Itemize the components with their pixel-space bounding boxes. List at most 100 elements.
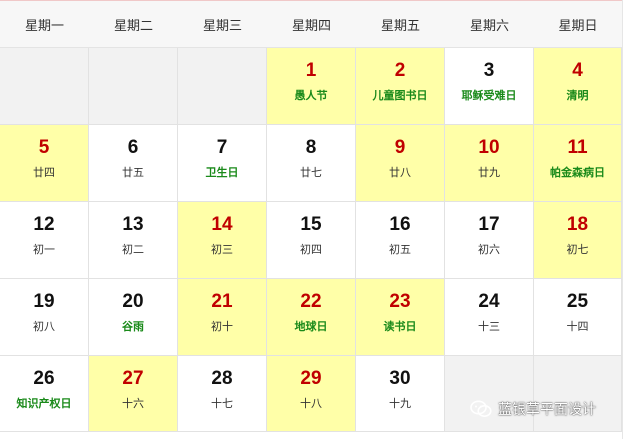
day-cell-13[interactable]: 13 初二 — [89, 202, 178, 279]
day-cell-17[interactable]: 17 初六 — [445, 202, 534, 279]
day-cell-24[interactable]: 24 十三 — [445, 279, 534, 356]
festival-label: 读书日 — [383, 320, 417, 333]
weekday-sat: 星期六 — [469, 18, 509, 34]
festival-label: 耶稣受难日 — [461, 89, 517, 102]
day-cell-11[interactable]: 11 帕金森病日 — [534, 125, 622, 202]
day-number: 25 — [566, 291, 589, 312]
day-number: 22 — [300, 291, 322, 312]
festival-label: 卫生日 — [205, 166, 239, 179]
lunar-date: 初四 — [300, 243, 322, 256]
day-cell-27[interactable]: 27 十六 — [89, 356, 178, 432]
day-cell-18[interactable]: 18 初七 — [534, 202, 622, 279]
right-border — [622, 0, 628, 439]
festival-label: 清明 — [566, 89, 589, 102]
day-cell-10[interactable]: 10 廿九 — [445, 125, 534, 202]
lunar-date: 廿四 — [33, 166, 55, 179]
day-number: 9 — [394, 137, 406, 158]
empty-day-cell — [0, 48, 89, 125]
empty-day-cell — [534, 356, 622, 432]
weekday-sun: 星期日 — [558, 18, 598, 34]
day-number: 20 — [122, 291, 144, 312]
day-cell-14[interactable]: 14 初三 — [178, 202, 267, 279]
day-cell-20[interactable]: 20 谷雨 — [89, 279, 178, 356]
day-number: 30 — [389, 368, 411, 389]
day-cell-4[interactable]: 4 清明 — [534, 48, 622, 125]
day-cell-30[interactable]: 30 十九 — [356, 356, 445, 432]
calendar: 星期一 星期二 星期三 星期四 星期五 星期六 星期日 1 愚人节 2 儿童图书日 3 耶… — [0, 0, 628, 439]
festival-label: 谷雨 — [122, 320, 144, 333]
day-number: 13 — [122, 214, 144, 235]
day-cell-12[interactable]: 12 初一 — [0, 202, 89, 279]
lunar-date: 廿七 — [300, 166, 322, 179]
wechat-icon — [470, 400, 492, 418]
day-cell-22[interactable]: 22 地球日 — [267, 279, 356, 356]
day-cell-9[interactable]: 9 廿八 — [356, 125, 445, 202]
weekday-thu: 星期四 — [291, 18, 331, 34]
empty-day-cell — [89, 48, 178, 125]
day-cell-6[interactable]: 6 廿五 — [89, 125, 178, 202]
day-number: 15 — [300, 214, 322, 235]
day-cell-2[interactable]: 2 儿童图书日 — [356, 48, 445, 125]
day-number: 29 — [300, 368, 322, 389]
day-number: 1 — [305, 60, 317, 81]
day-cell-5[interactable]: 5 廿四 — [0, 125, 89, 202]
festival-label: 知识产权日 — [16, 397, 72, 410]
day-number: 21 — [211, 291, 233, 312]
day-cell-7[interactable]: 7 卫生日 — [178, 125, 267, 202]
lunar-date: 初八 — [33, 320, 55, 333]
watermark-text: 蓝银草平面设计 — [498, 402, 596, 418]
day-cell-15[interactable]: 15 初四 — [267, 202, 356, 279]
lunar-date: 十九 — [389, 397, 411, 410]
day-number: 18 — [566, 214, 589, 235]
day-cell-8[interactable]: 8 廿七 — [267, 125, 356, 202]
day-number: 24 — [478, 291, 500, 312]
lunar-date: 十四 — [566, 320, 589, 333]
lunar-date: 廿八 — [389, 166, 411, 179]
lunar-date: 初三 — [211, 243, 233, 256]
day-number: 3 — [483, 60, 495, 81]
day-number: 4 — [572, 60, 583, 81]
day-cell-3[interactable]: 3 耶稣受难日 — [445, 48, 534, 125]
day-number: 26 — [33, 368, 55, 389]
lunar-date: 初一 — [33, 243, 55, 256]
lunar-date: 十八 — [300, 397, 322, 410]
day-cell-1[interactable]: 1 愚人节 — [267, 48, 356, 125]
day-cell-28[interactable]: 28 十七 — [178, 356, 267, 432]
day-cell-25[interactable]: 25 十四 — [534, 279, 622, 356]
day-number: 19 — [33, 291, 55, 312]
day-number: 23 — [389, 291, 411, 312]
lunar-date: 廿九 — [478, 166, 500, 179]
day-number: 8 — [305, 137, 317, 158]
bottom-margin — [0, 432, 622, 439]
day-number: 6 — [127, 137, 139, 158]
weekday-fri: 星期五 — [380, 18, 420, 34]
day-cell-26[interactable]: 26 知识产权日 — [0, 356, 89, 432]
day-cell-29[interactable]: 29 十八 — [267, 356, 356, 432]
day-number: 5 — [38, 137, 50, 158]
lunar-date: 初六 — [478, 243, 500, 256]
day-number: 12 — [33, 214, 55, 235]
day-number: 10 — [478, 137, 500, 158]
weekday-header: 星期一 星期二 星期三 星期四 星期五 星期六 星期日 — [0, 0, 622, 48]
lunar-date: 十六 — [122, 397, 144, 410]
day-cell-23[interactable]: 23 读书日 — [356, 279, 445, 356]
day-cell-19[interactable]: 19 初八 — [0, 279, 89, 356]
lunar-date: 初十 — [211, 320, 233, 333]
lunar-date: 初二 — [122, 243, 144, 256]
weekday-tue: 星期二 — [113, 18, 153, 34]
lunar-date: 廿五 — [122, 166, 144, 179]
weekday-mon: 星期一 — [24, 18, 64, 34]
day-number: 2 — [394, 60, 406, 81]
day-number: 16 — [389, 214, 411, 235]
day-cell-16[interactable]: 16 初五 — [356, 202, 445, 279]
weekday-wed: 星期三 — [202, 18, 242, 34]
empty-day-cell — [445, 356, 534, 432]
calendar-grid: 1 愚人节 2 儿童图书日 3 耶稣受难日 4 清明 5 廿四 6 廿五 7 卫生日 8 廿七 9 廿八 10 廿九 1… — [0, 48, 622, 432]
festival-label: 帕金森病日 — [550, 166, 605, 179]
watermark: 蓝银草平面设计 — [470, 399, 596, 419]
day-number: 28 — [211, 368, 233, 389]
festival-label: 地球日 — [294, 320, 328, 333]
lunar-date: 十七 — [211, 397, 233, 410]
day-cell-21[interactable]: 21 初十 — [178, 279, 267, 356]
empty-day-cell — [178, 48, 267, 125]
